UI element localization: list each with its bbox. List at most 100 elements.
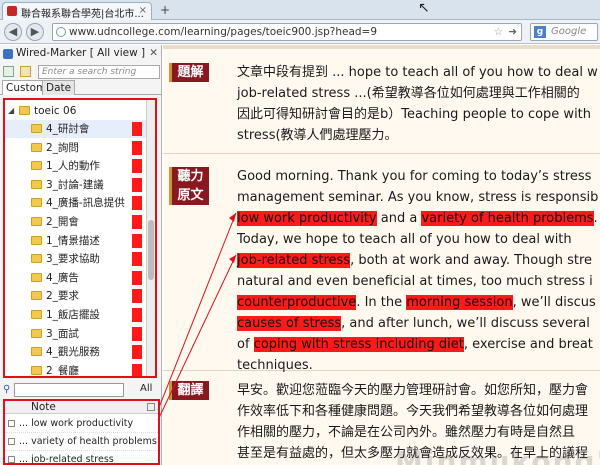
tree-folder-item[interactable]: 3_要求協助 xyxy=(5,250,155,268)
section-body: Good morning. Thank you for coming to to… xyxy=(237,166,600,376)
new-tab-button[interactable]: + xyxy=(156,3,174,17)
tree-folder-item[interactable]: 1_人的動作 xyxy=(5,157,155,175)
folder-icon xyxy=(31,365,42,375)
sidebar-title: Wired-Marker [ All view ] xyxy=(16,47,146,59)
marker-color-swatch xyxy=(132,363,142,376)
folder-icon xyxy=(31,254,42,264)
view-icon[interactable] xyxy=(3,66,14,77)
tree-folder-item[interactable]: 4_廣告 xyxy=(5,269,155,287)
tree-folder-label: 2_詢問 xyxy=(46,141,79,154)
close-tab-icon[interactable]: × xyxy=(139,5,147,16)
tree-folder-label: 4_觀光服務 xyxy=(46,346,100,359)
text-line: stress(教導人們處理壓力。 xyxy=(237,128,398,143)
tree-folder-item[interactable]: 1_情景描述 xyxy=(5,232,155,250)
folder-icon xyxy=(31,161,42,171)
text-line: causes of stress, and after lunch, we’ll… xyxy=(237,313,600,334)
tree-folder-item[interactable]: 3_討論-建議 xyxy=(5,176,155,194)
sidebar-search-input[interactable]: Enter a search string xyxy=(38,65,160,79)
folder-icon xyxy=(31,310,42,319)
address-bar[interactable]: www.udncollege.com/learning/pages/toeic9… xyxy=(52,23,522,41)
forward-button[interactable]: ▶ xyxy=(26,23,44,41)
section-label: 題解 xyxy=(169,63,209,82)
note-filter-bar: ⚲ All xyxy=(0,382,162,398)
wired-marker-icon xyxy=(3,49,13,59)
text-segment: natural and even beneficial at times, to… xyxy=(237,274,593,289)
tree-folder-label: 1_人的動作 xyxy=(46,160,100,173)
text-segment: . In the xyxy=(356,295,407,310)
tree-folder-item[interactable]: 4_廣播-訊息提供 xyxy=(5,194,155,212)
highlighted-phrase: morning session xyxy=(406,295,513,310)
tree-root-folder[interactable]: ◢ toeic 06 xyxy=(5,102,155,120)
marker-color-swatch xyxy=(132,289,142,304)
marker-color-swatch xyxy=(132,215,142,229)
marker-color-swatch xyxy=(132,177,142,192)
folder-icon xyxy=(31,235,42,245)
text-line: 作效率低下和各種健康問題。今天我們希望教導各位如何處理 xyxy=(237,404,589,419)
close-sidebar-icon[interactable]: ✕ xyxy=(149,47,158,59)
back-button[interactable]: ◀ xyxy=(4,23,22,41)
text-line: 因此可得知研討會目的是b）Teaching people to cope wit… xyxy=(237,107,592,122)
tree-folder-item[interactable]: 2_要求 xyxy=(5,287,155,305)
text-segment: and a xyxy=(376,211,422,226)
text-line: job-related stress, both at work and awa… xyxy=(237,250,600,271)
tree-folder-item[interactable]: 1_飯店擺設 xyxy=(5,306,155,324)
note-text: ... variety of health problems xyxy=(19,436,157,447)
tree-folder-item[interactable]: 4_研討會 xyxy=(5,120,155,138)
tree-folder-item[interactable]: 2_餐廳 xyxy=(5,362,155,376)
new-folder-icon[interactable] xyxy=(20,66,31,77)
tree-folder-item[interactable]: 2_開會 xyxy=(5,213,155,231)
note-item[interactable]: ... variety of health problems xyxy=(5,433,158,451)
tree-folder-label: 3_面試 xyxy=(46,327,79,340)
sidebar-toolbar: Enter a search string xyxy=(0,64,162,80)
column-picker-icon[interactable] xyxy=(147,403,155,411)
note-checkbox-icon[interactable] xyxy=(8,456,15,463)
marker-color-swatch xyxy=(132,326,142,341)
section-body: 早安。歡迎您蒞臨今天的壓力管理研討會。如您所知，壓力會 作效率低下和各種健康問題。… xyxy=(237,380,600,464)
marker-color-swatch xyxy=(132,140,142,155)
highlighted-phrase: job-related stress xyxy=(237,253,351,268)
note-item[interactable]: ... low work productivity xyxy=(5,415,158,433)
note-checkbox-icon[interactable] xyxy=(8,438,15,445)
text-line: Today, we hope to teach all of you how t… xyxy=(237,229,600,250)
text-segment: , we’ll discus xyxy=(512,295,596,310)
section-body: 文章中段有提到 ... hope to teach all of you how… xyxy=(237,62,600,146)
marker-color-swatch xyxy=(132,270,142,285)
note-filter-input[interactable] xyxy=(14,383,124,397)
tree-folder-item[interactable]: 2_詢問 xyxy=(5,139,155,157)
globe-icon xyxy=(56,27,66,37)
bookmark-star-icon[interactable]: ☆ xyxy=(494,24,503,40)
notes-header: Note xyxy=(5,401,158,414)
mouse-cursor-icon: ↖ xyxy=(418,0,430,16)
folder-icon xyxy=(31,198,42,208)
note-checkbox-icon[interactable] xyxy=(8,420,15,427)
tree-folder-item[interactable]: 4_觀光服務 xyxy=(5,343,155,361)
section-divider xyxy=(163,153,600,154)
browser-tab[interactable]: 聯合報系聯合學苑|台北市... × xyxy=(2,2,152,20)
search-engine-label: Google xyxy=(551,26,587,37)
google-icon: g xyxy=(534,26,546,38)
marker-color-swatch xyxy=(132,252,142,267)
tree-root-label: toeic 06 xyxy=(34,105,77,117)
content-top-border xyxy=(163,45,600,49)
text-segment: . xyxy=(593,211,598,226)
highlighted-phrase: counterproductive xyxy=(237,295,357,310)
address-url: www.udncollege.com/learning/pages/toeic9… xyxy=(69,26,378,38)
text-line: of coping with stress including diet, ex… xyxy=(237,334,600,355)
text-line: 文章中段有提到 ... hope to teach all of you how… xyxy=(237,65,598,80)
text-line: Good morning. Thank you for coming to to… xyxy=(237,166,600,187)
text-line: 甚至是有益處的，但太多壓力就會造成反效果。在早上的議程 xyxy=(237,446,589,461)
tree-folder-label: 4_廣告 xyxy=(46,271,79,284)
tab-date[interactable]: Date xyxy=(42,80,76,95)
tree-scrollbar[interactable] xyxy=(146,100,155,376)
tree-folder-item[interactable]: 3_面試 xyxy=(5,325,155,343)
highlighted-phrase: coping with stress including diet xyxy=(253,337,464,352)
go-arrow-icon[interactable]: ➜ xyxy=(508,24,517,40)
text-segment: Today, we hope to teach all of you how t… xyxy=(237,232,572,247)
collapse-triangle-icon[interactable]: ◢ xyxy=(8,102,14,120)
note-item[interactable]: ... job-related stress xyxy=(5,451,158,463)
marker-color-swatch xyxy=(132,122,142,136)
text-line: low work productivity and a variety of h… xyxy=(237,208,600,229)
filter-select[interactable]: All xyxy=(140,383,152,394)
web-search-input[interactable]: g Google xyxy=(530,23,598,41)
note-text: ... low work productivity xyxy=(19,418,134,429)
